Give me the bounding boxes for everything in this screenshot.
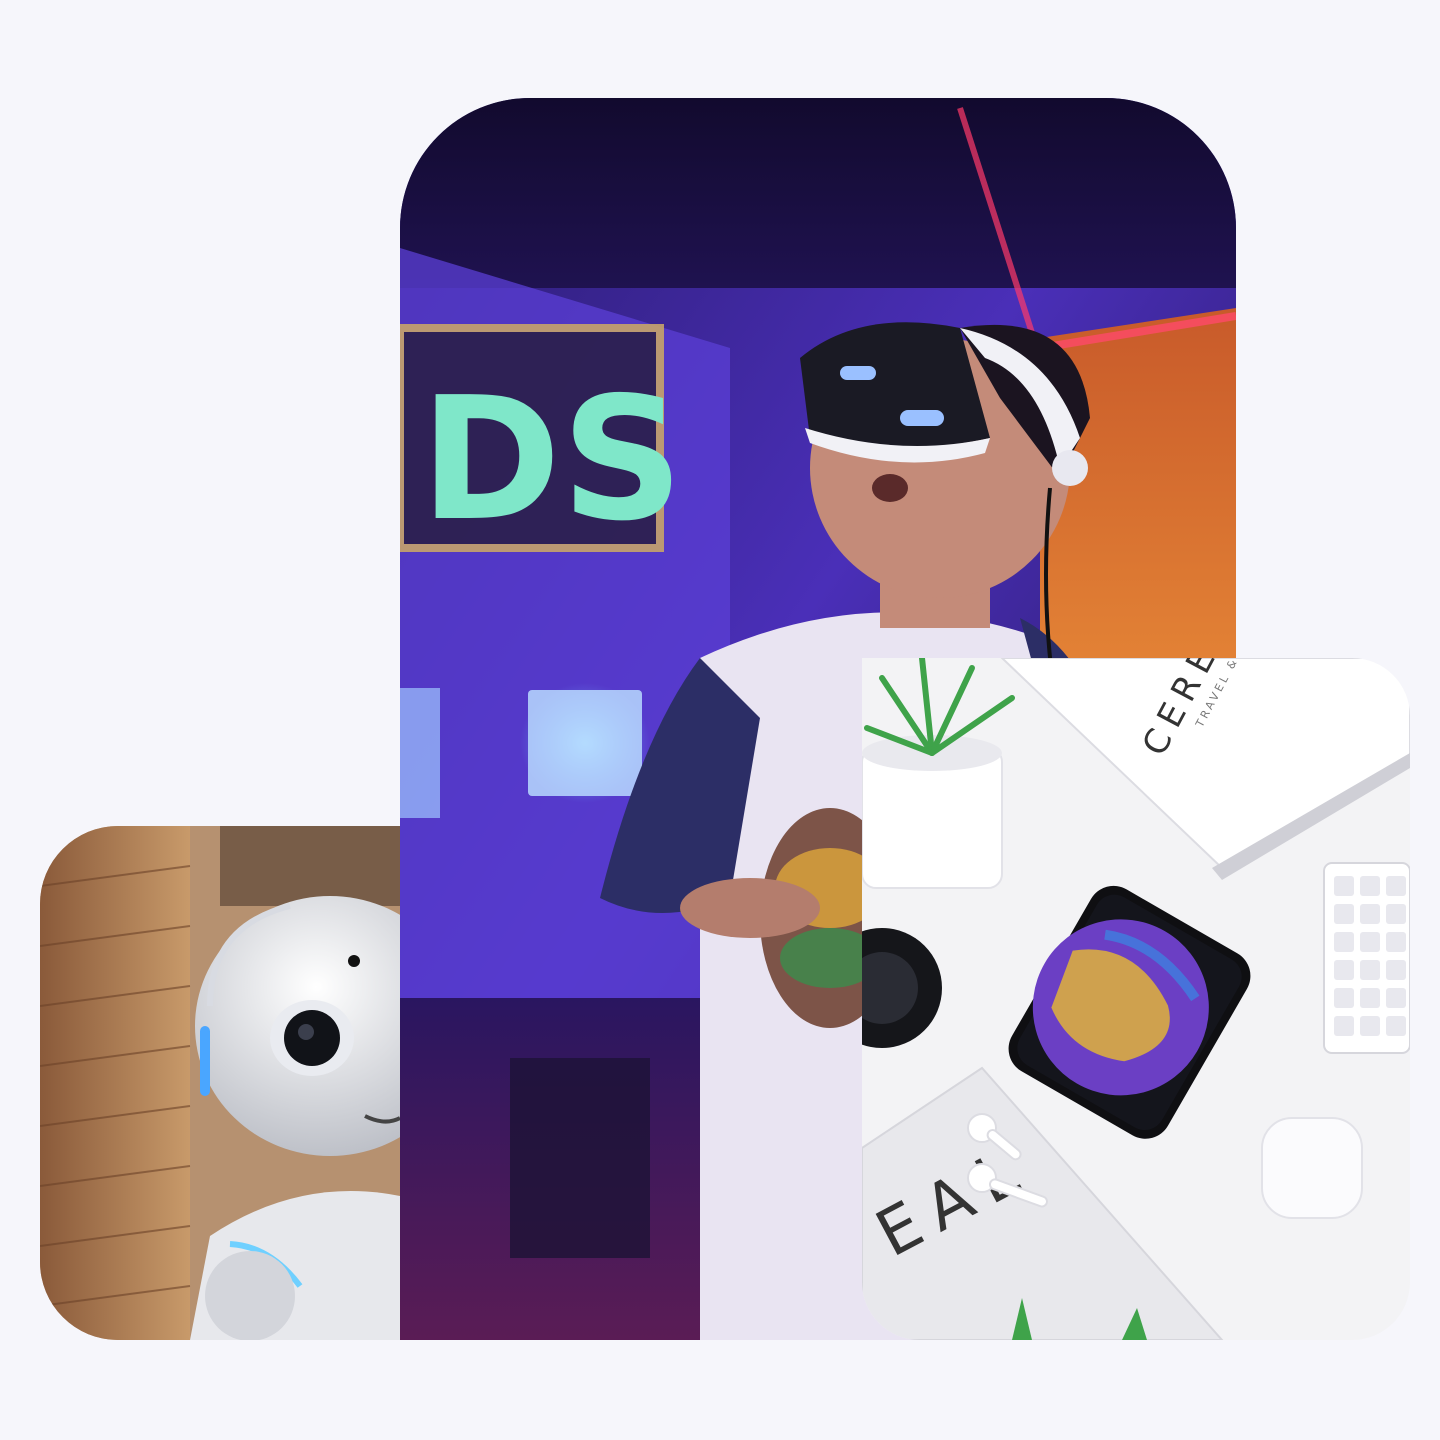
desk-photo-card: CEREAL TRAVEL & STYLE (862, 658, 1410, 1340)
robot-photo-card (40, 826, 400, 1340)
humanoid-robot-photo-icon (40, 826, 400, 1340)
sign-text: DS (420, 361, 684, 559)
desk-flatlay-photo-icon: CEREAL TRAVEL & STYLE (862, 658, 1410, 1340)
